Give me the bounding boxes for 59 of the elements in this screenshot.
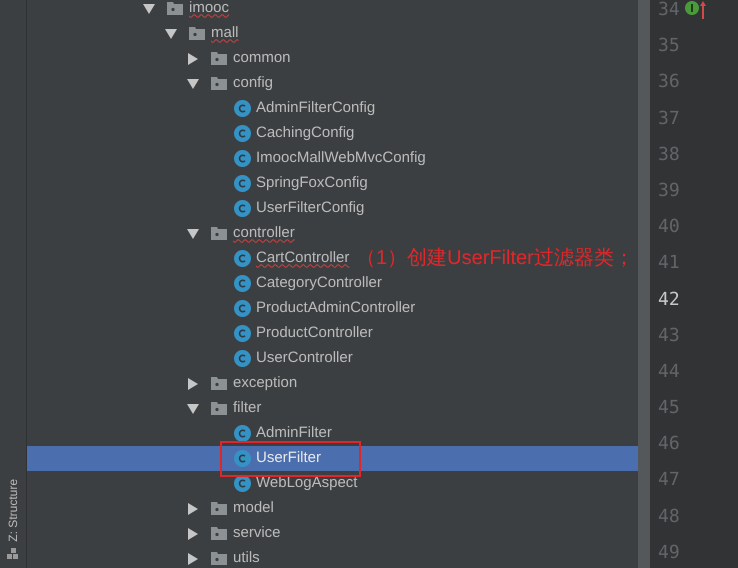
tree-label[interactable]: ProductAdminController <box>256 297 416 320</box>
tree-label[interactable]: common <box>233 47 291 70</box>
annotation-text: （1）创建UserFilter过滤器类； <box>356 246 634 271</box>
tree-label[interactable]: AdminFilter <box>256 422 332 445</box>
structure-icon <box>7 548 19 560</box>
folder-icon <box>211 552 227 565</box>
class-icon <box>234 300 251 317</box>
folder-icon <box>211 527 227 540</box>
tree-label[interactable]: UserController <box>256 347 353 370</box>
tree-label[interactable]: utils <box>233 547 260 568</box>
class-icon <box>234 450 251 467</box>
class-icon <box>234 250 251 267</box>
tree-label[interactable]: SpringFoxConfig <box>256 172 368 195</box>
tree-label[interactable]: UserFilter <box>256 447 322 470</box>
class-icon <box>234 475 251 492</box>
tree-label[interactable]: controller <box>233 222 295 245</box>
tree-label[interactable]: config <box>233 72 274 95</box>
expand-arrow-icon[interactable] <box>187 228 199 238</box>
class-icon <box>234 100 251 117</box>
collapse-arrow-icon[interactable] <box>188 528 198 540</box>
tree-label[interactable]: imooc <box>189 0 230 20</box>
tree-label[interactable]: mall <box>211 22 239 45</box>
tree-label[interactable]: ProductController <box>256 322 373 345</box>
folder-icon <box>211 77 227 90</box>
folder-icon <box>211 377 227 390</box>
class-icon <box>234 325 251 342</box>
tree-label[interactable]: CategoryController <box>256 272 382 295</box>
tree-label[interactable]: CachingConfig <box>256 122 354 145</box>
tree-label[interactable]: AdminFilterConfig <box>256 97 376 120</box>
class-icon <box>234 150 251 167</box>
collapse-arrow-icon[interactable] <box>188 378 198 390</box>
collapse-arrow-icon[interactable] <box>188 52 198 64</box>
tree-label[interactable]: WebLogAspect <box>256 472 358 495</box>
folder-icon <box>189 27 205 40</box>
class-icon <box>234 125 251 142</box>
folder-icon <box>211 227 227 240</box>
line-number: 42 <box>658 290 680 310</box>
tree-label[interactable]: ImoocMallWebMvcConfig <box>256 147 426 170</box>
tree-label[interactable]: UserFilterConfig <box>256 197 364 220</box>
expand-arrow-icon[interactable] <box>143 4 155 14</box>
folder-icon <box>211 402 227 415</box>
tree-label[interactable]: CartController <box>256 247 350 270</box>
class-icon <box>234 275 251 292</box>
class-icon <box>234 175 251 192</box>
expand-arrow-icon[interactable] <box>187 78 199 88</box>
collapse-arrow-icon[interactable] <box>188 502 198 514</box>
class-icon <box>234 425 251 442</box>
class-icon <box>234 350 251 367</box>
expand-arrow-icon[interactable] <box>165 28 177 38</box>
folder-icon <box>211 502 227 515</box>
tool-window-tab[interactable]: Z: Structure <box>4 479 22 542</box>
class-icon <box>234 200 251 217</box>
expand-arrow-icon[interactable] <box>187 404 199 414</box>
tree-label[interactable]: filter <box>233 397 262 420</box>
folder-icon <box>211 52 227 65</box>
tree-label[interactable]: exception <box>233 372 298 395</box>
tree-label[interactable]: model <box>233 497 274 520</box>
collapse-arrow-icon[interactable] <box>188 552 198 564</box>
tree-label[interactable]: service <box>233 522 281 545</box>
